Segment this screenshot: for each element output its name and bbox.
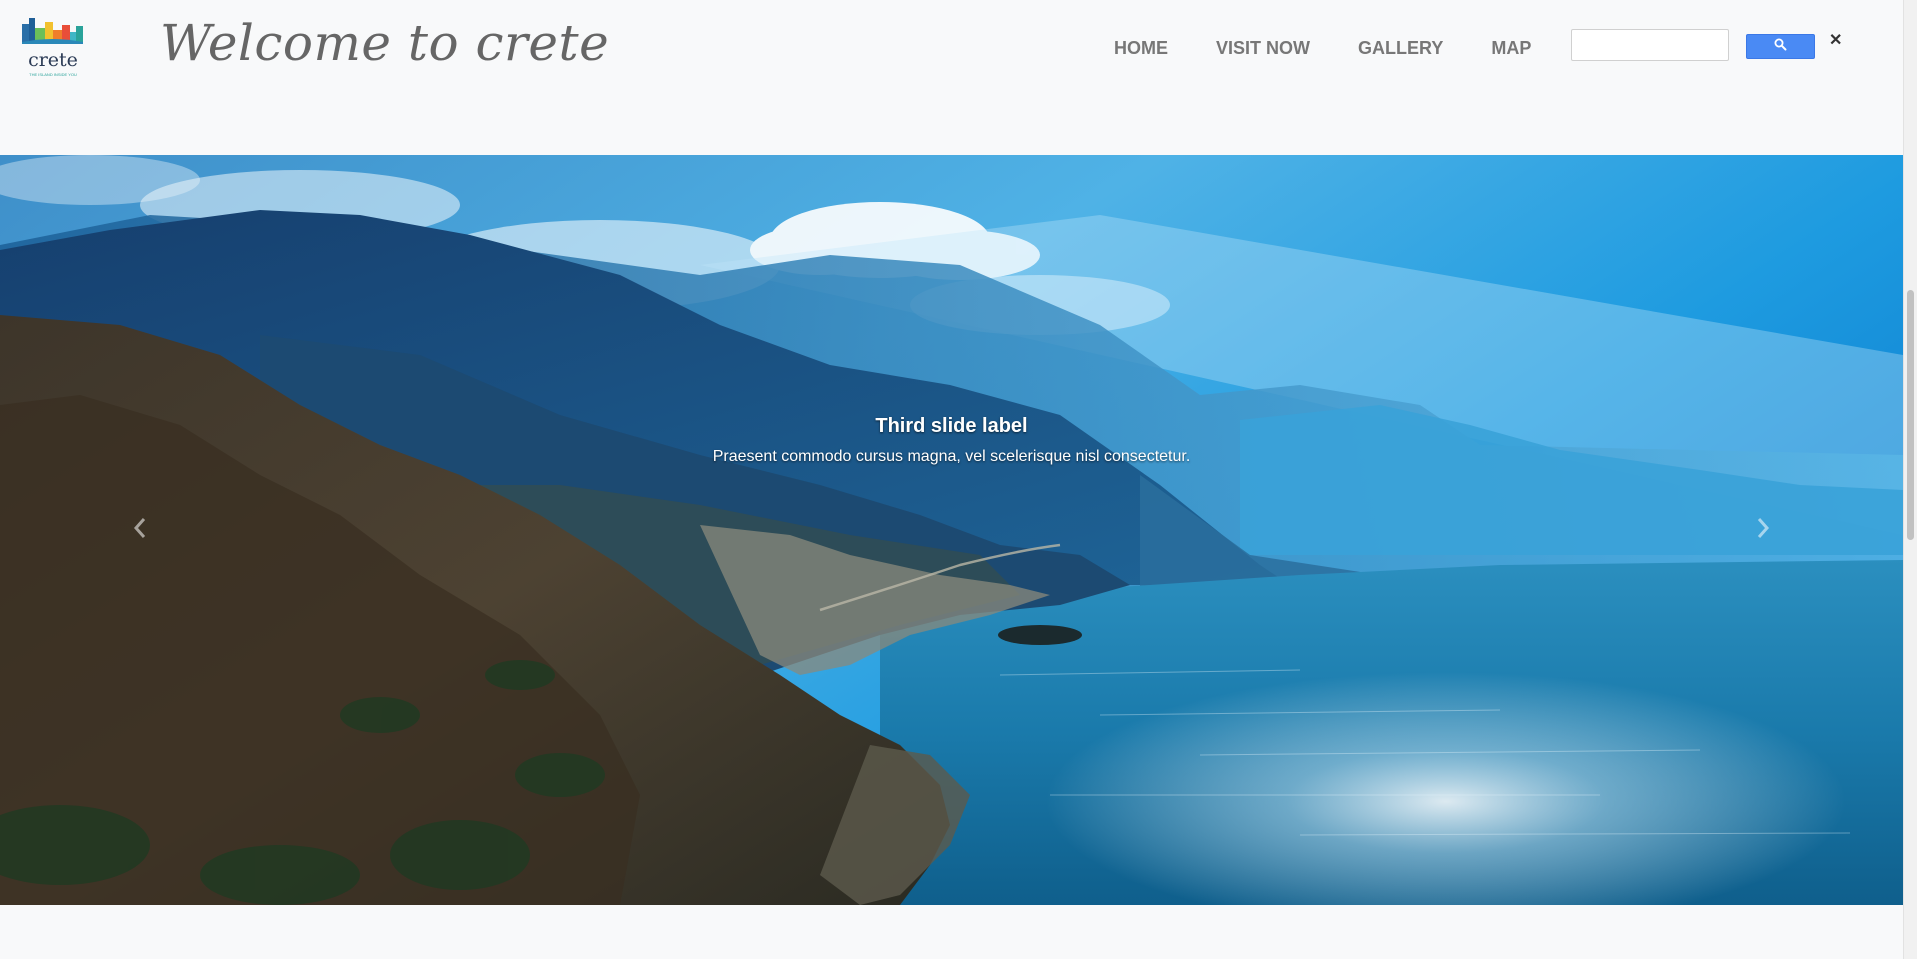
slide-label: Third slide label bbox=[875, 415, 1028, 437]
chevron-left-icon bbox=[133, 517, 147, 544]
slide-caption: Third slide label Praesent commodo cursu… bbox=[0, 415, 1903, 466]
page: crete THE ISLAND INSIDE YOU Welcome to c… bbox=[0, 0, 1917, 959]
carousel-next-button[interactable] bbox=[1623, 155, 1903, 905]
carousel-prev-button[interactable] bbox=[0, 155, 280, 905]
search-button[interactable] bbox=[1746, 34, 1815, 59]
nav-map[interactable]: MAP bbox=[1491, 38, 1531, 59]
crete-logo[interactable]: crete THE ISLAND INSIDE YOU bbox=[20, 14, 86, 84]
nav-gallery[interactable]: GALLERY bbox=[1358, 38, 1443, 59]
slide-image bbox=[0, 155, 1903, 905]
search-icon bbox=[1774, 38, 1787, 56]
close-icon[interactable]: ✕ bbox=[1829, 30, 1843, 50]
scrollbar-thumb[interactable] bbox=[1907, 290, 1914, 540]
main-nav: HOME VISIT NOW GALLERY MAP bbox=[1114, 38, 1579, 59]
hero-carousel: Third slide label Praesent commodo cursu… bbox=[0, 155, 1903, 905]
page-scrollbar[interactable] bbox=[1903, 0, 1917, 959]
chevron-right-icon bbox=[1756, 517, 1770, 544]
site-header: crete THE ISLAND INSIDE YOU Welcome to c… bbox=[0, 0, 1903, 155]
slide-text: Praesent commodo cursus magna, vel scele… bbox=[712, 448, 1191, 465]
logo-wordmark: crete bbox=[28, 49, 78, 71]
search-input[interactable] bbox=[1571, 29, 1729, 61]
logo-tagline: THE ISLAND INSIDE YOU bbox=[29, 72, 77, 77]
nav-visit-now[interactable]: VISIT NOW bbox=[1216, 38, 1310, 59]
site-title: Welcome to crete bbox=[160, 14, 610, 72]
nav-home[interactable]: HOME bbox=[1114, 38, 1168, 59]
